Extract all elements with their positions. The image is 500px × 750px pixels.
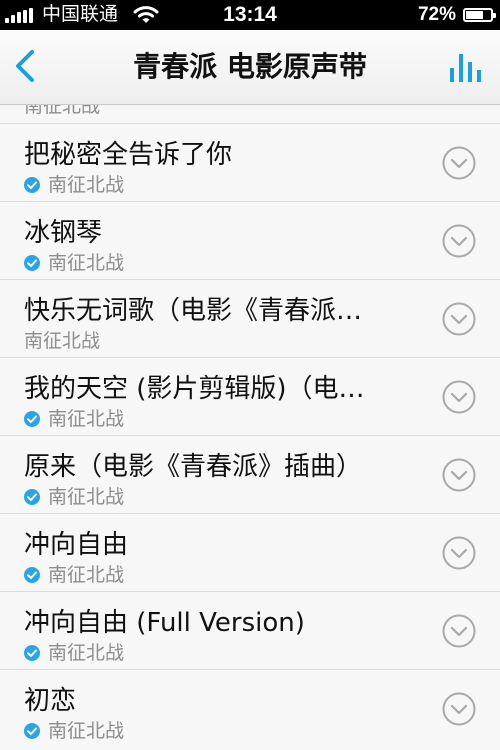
chevron-left-icon xyxy=(16,50,34,82)
song-title: 初恋 xyxy=(24,686,77,716)
song-subtitle: 南征北战 xyxy=(24,174,124,196)
more-options-button[interactable] xyxy=(442,146,476,180)
song-subtitle: 南征北战 xyxy=(24,564,124,586)
song-subtitle: 南征北战 xyxy=(24,642,124,664)
song-subtitle: 南征北战 xyxy=(24,720,124,742)
song-row[interactable]: 原来（电影《青春派》插曲） 南征北战 xyxy=(0,435,500,513)
verified-check-icon xyxy=(24,177,40,193)
chevron-down-circle-icon xyxy=(442,146,476,180)
song-title: 原来（电影《青春派》插曲） xyxy=(24,452,363,482)
artist-name: 南征北战 xyxy=(48,486,125,508)
song-row[interactable]: 把秘密全告诉了你南征北战 xyxy=(0,123,500,201)
song-title: 冰钢琴 xyxy=(24,218,103,248)
verified-check-icon xyxy=(24,489,40,505)
artist-name: 南征北战 xyxy=(48,642,125,664)
song-row[interactable]: 冲向自由南征北战 xyxy=(0,513,500,591)
more-options-button[interactable] xyxy=(442,536,476,570)
verified-check-icon xyxy=(24,411,40,427)
more-options-button[interactable] xyxy=(442,302,476,336)
artist-name: 南征北战 xyxy=(48,174,125,196)
song-title: 快乐无词歌（电影《青春派… xyxy=(24,296,363,326)
chevron-down-circle-icon xyxy=(442,458,476,492)
verified-check-icon xyxy=(24,255,40,271)
song-title: 我的天空 (影片剪辑版)（电… xyxy=(24,374,365,404)
artist-name: 南征北战 xyxy=(48,252,125,274)
more-options-button[interactable] xyxy=(442,380,476,414)
song-subtitle: 南征北战 xyxy=(24,408,124,430)
chevron-down-circle-icon xyxy=(442,614,476,648)
battery-percent: 72% xyxy=(417,4,456,25)
page-title: 青春派 电影原声带 xyxy=(133,50,367,83)
song-title: 冲向自由 (Full Version) xyxy=(24,608,305,638)
chevron-down-circle-icon xyxy=(442,302,476,336)
song-row[interactable]: 我的天空 (影片剪辑版)（电… 南征北战 xyxy=(0,357,500,435)
song-row[interactable]: 快乐无词歌（电影《青春派… 南征北战 xyxy=(0,279,500,357)
song-subtitle: 南征北战 xyxy=(24,486,124,508)
chevron-down-circle-icon xyxy=(442,692,476,726)
song-subtitle: 南征北战 xyxy=(24,330,100,352)
navigation-bar: 青春派 电影原声带 xyxy=(0,30,500,105)
screen: 中国联通 13:14 72% 青春派 电影原声带 南征北战 把秘密全告诉了你 南… xyxy=(0,0,500,750)
chevron-down-circle-icon xyxy=(442,536,476,570)
artist-name: 南征北战 xyxy=(48,720,125,742)
verified-check-icon xyxy=(24,723,40,739)
more-options-button[interactable] xyxy=(442,458,476,492)
song-title: 冲向自由 xyxy=(24,530,129,560)
artist-name: 南征北战 xyxy=(48,564,125,586)
song-list: 南征北战 把秘密全告诉了你 南征北战 冰钢琴 南征北战 快乐无词歌（电影《青春派… 南征北… xyxy=(0,89,500,747)
now-playing-button[interactable] xyxy=(448,48,488,84)
verified-check-icon xyxy=(24,645,40,661)
more-options-button[interactable] xyxy=(442,614,476,648)
chevron-down-circle-icon xyxy=(442,380,476,414)
battery-icon xyxy=(463,8,496,22)
artist-name: 南征北战 xyxy=(48,408,125,430)
song-subtitle: 南征北战 xyxy=(24,252,124,274)
song-row[interactable]: 冲向自由 (Full Version) 南征北战 xyxy=(0,591,500,669)
song-row[interactable]: 初恋南征北战 xyxy=(0,669,500,747)
equalizer-icon xyxy=(450,54,481,82)
more-options-button[interactable] xyxy=(442,692,476,726)
battery-level xyxy=(466,11,483,19)
chevron-down-circle-icon xyxy=(442,224,476,258)
song-title: 把秘密全告诉了你 xyxy=(24,140,233,170)
status-bar: 中国联通 13:14 72% xyxy=(0,0,500,30)
back-button[interactable] xyxy=(8,44,48,88)
verified-check-icon xyxy=(24,567,40,583)
more-options-button[interactable] xyxy=(442,224,476,258)
artist-name: 南征北战 xyxy=(24,330,101,352)
song-row[interactable]: 冰钢琴南征北战 xyxy=(0,201,500,279)
